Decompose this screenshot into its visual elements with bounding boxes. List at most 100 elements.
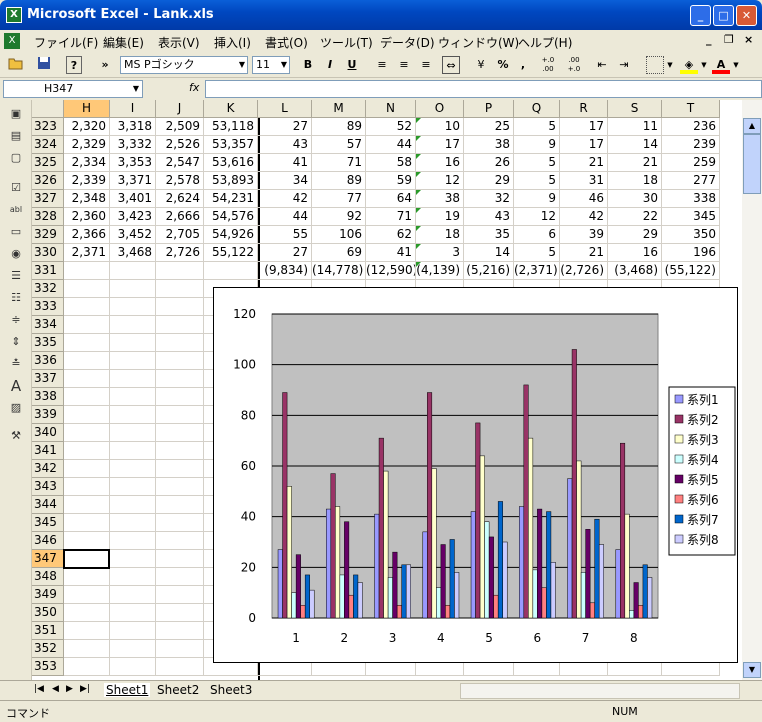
column-header-l[interactable]: L — [258, 100, 312, 118]
bar-series1-cat8[interactable] — [615, 549, 621, 619]
bar-series7-cat5[interactable] — [497, 501, 503, 619]
menu-file[interactable]: ファイル(F) — [34, 34, 98, 51]
toggle-grid-icon[interactable]: ≛ — [8, 356, 24, 372]
cell-i353[interactable] — [110, 658, 156, 676]
cell-i340[interactable] — [110, 424, 156, 442]
cell-h323[interactable]: 2,320 — [64, 118, 110, 136]
cell-j351[interactable] — [156, 622, 204, 640]
cell-n323[interactable]: 52 — [366, 118, 416, 136]
cell-r324[interactable]: 17 — [560, 136, 608, 154]
menu-edit[interactable]: 編集(E) — [103, 34, 144, 51]
cell-h351[interactable] — [64, 622, 110, 640]
text-field-icon[interactable]: ▭ — [8, 224, 24, 240]
align-right-icon[interactable]: ≡ — [418, 56, 434, 74]
bar-series8-cat6[interactable] — [550, 562, 556, 619]
cell-p328[interactable]: 43 — [464, 208, 514, 226]
cell-i347[interactable] — [110, 550, 156, 568]
open-folder-icon[interactable] — [8, 56, 24, 74]
cell-i352[interactable] — [110, 640, 156, 658]
cell-j329[interactable]: 2,705 — [156, 226, 204, 244]
cell-i343[interactable] — [110, 478, 156, 496]
tab-sheet2[interactable]: Sheet2 — [157, 683, 199, 697]
cell-m328[interactable]: 92 — [312, 208, 366, 226]
bar-series1-cat7[interactable] — [567, 478, 573, 619]
bar-series7-cat7[interactable] — [594, 518, 600, 619]
cell-p323[interactable]: 25 — [464, 118, 514, 136]
cell-j348[interactable] — [156, 568, 204, 586]
row-header-339[interactable]: 339 — [32, 406, 64, 424]
bar-series4-cat6[interactable] — [532, 569, 538, 619]
combo-box-icon[interactable]: ☷ — [8, 290, 24, 306]
cell-q324[interactable]: 9 — [514, 136, 560, 154]
cell-k331[interactable] — [204, 262, 258, 280]
select-all-corner[interactable] — [32, 100, 64, 118]
vertical-scrollbar[interactable]: ▲ ▼ — [742, 100, 762, 680]
formula-input[interactable] — [205, 80, 762, 98]
row-header-342[interactable]: 342 — [32, 460, 64, 478]
bold-button[interactable]: B — [300, 56, 316, 74]
bar-series4-cat5[interactable] — [484, 521, 490, 619]
tab-sheet1[interactable]: Sheet1 — [104, 683, 151, 697]
cell-j338[interactable] — [156, 388, 204, 406]
bar-series6-cat5[interactable] — [493, 594, 499, 619]
cell-j333[interactable] — [156, 298, 204, 316]
cell-s324[interactable]: 14 — [608, 136, 662, 154]
bar-series5-cat4[interactable] — [440, 544, 446, 619]
column-header-j[interactable]: J — [156, 100, 204, 118]
cell-i344[interactable] — [110, 496, 156, 514]
column-header-m[interactable]: M — [312, 100, 366, 118]
row-header-338[interactable]: 338 — [32, 388, 64, 406]
cell-h348[interactable] — [64, 568, 110, 586]
cell-q328[interactable]: 12 — [514, 208, 560, 226]
cell-s323[interactable]: 11 — [608, 118, 662, 136]
bar-series6-cat6[interactable] — [541, 587, 547, 619]
cell-h331[interactable] — [64, 262, 110, 280]
scroll-up-button[interactable]: ▲ — [743, 118, 761, 134]
cell-j328[interactable]: 2,666 — [156, 208, 204, 226]
bar-series4-cat2[interactable] — [339, 574, 345, 619]
scroll-thumb[interactable] — [743, 134, 761, 194]
chevron-down-icon[interactable]: ▼ — [732, 56, 740, 74]
row-header-336[interactable]: 336 — [32, 352, 64, 370]
bar-series3-cat4[interactable] — [431, 468, 437, 619]
cell-i329[interactable]: 3,452 — [110, 226, 156, 244]
bar-series7-cat3[interactable] — [401, 564, 407, 619]
cell-m329[interactable]: 106 — [312, 226, 366, 244]
bar-series6-cat8[interactable] — [638, 605, 644, 619]
cell-l327[interactable]: 42 — [258, 190, 312, 208]
cell-q327[interactable]: 9 — [514, 190, 560, 208]
cell-i335[interactable] — [110, 334, 156, 352]
row-header-349[interactable]: 349 — [32, 586, 64, 604]
cell-q330[interactable]: 5 — [514, 244, 560, 262]
cell-h337[interactable] — [64, 370, 110, 388]
cell-l331[interactable]: (9,834) — [258, 262, 312, 280]
properties-tool-icon[interactable]: ⚒ — [8, 428, 24, 444]
cell-s325[interactable]: 21 — [608, 154, 662, 172]
document-icon[interactable]: X — [4, 33, 20, 49]
bar-series1-cat6[interactable] — [519, 506, 525, 619]
maximize-button[interactable]: □ — [713, 5, 734, 26]
cell-r327[interactable]: 46 — [560, 190, 608, 208]
cell-j350[interactable] — [156, 604, 204, 622]
cell-i330[interactable]: 3,468 — [110, 244, 156, 262]
row-header-323[interactable]: 323 — [32, 118, 64, 136]
cell-i326[interactable]: 3,371 — [110, 172, 156, 190]
cell-h340[interactable] — [64, 424, 110, 442]
bar-series2-cat8[interactable] — [620, 442, 626, 619]
bar-series2-cat3[interactable] — [378, 437, 384, 619]
cell-j347[interactable] — [156, 550, 204, 568]
cell-q331[interactable]: (2,371) — [514, 262, 560, 280]
row-header-350[interactable]: 350 — [32, 604, 64, 622]
bar-series3-cat6[interactable] — [528, 437, 534, 619]
next-sheet-button[interactable]: ▶ — [66, 684, 73, 694]
cell-s330[interactable]: 16 — [608, 244, 662, 262]
cell-s331[interactable]: (3,468) — [608, 262, 662, 280]
cell-h333[interactable] — [64, 298, 110, 316]
cell-i341[interactable] — [110, 442, 156, 460]
cell-h328[interactable]: 2,360 — [64, 208, 110, 226]
bar-series8-cat4[interactable] — [454, 572, 460, 619]
bar-series2-cat7[interactable] — [571, 349, 577, 619]
cell-m330[interactable]: 69 — [312, 244, 366, 262]
bar-series8-cat5[interactable] — [502, 541, 508, 619]
cell-i333[interactable] — [110, 298, 156, 316]
